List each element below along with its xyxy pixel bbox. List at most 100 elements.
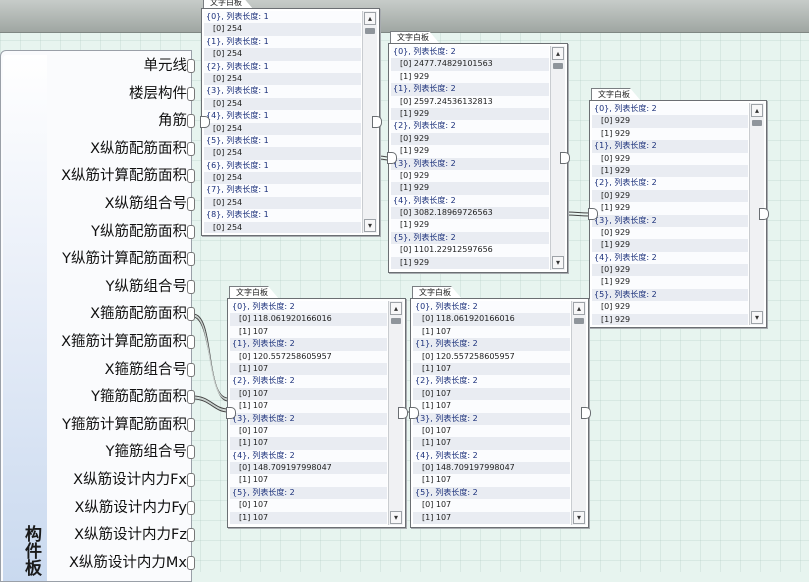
panel-output-node[interactable] <box>372 116 382 128</box>
output-grip-17[interactable] <box>187 528 195 543</box>
output-grip-7[interactable] <box>187 252 195 267</box>
output-grip-1[interactable] <box>187 86 195 101</box>
list-item: [1] 107 <box>413 511 570 525</box>
branch-header: {8}, 列表长度: 1 <box>204 209 361 222</box>
output-grip-9[interactable] <box>187 307 195 322</box>
panel-input-node[interactable] <box>226 407 236 419</box>
wire-p2-p3-b <box>565 214 591 217</box>
output-param-2[interactable]: 角筋 <box>158 108 187 134</box>
panel-output-node[interactable] <box>398 407 408 419</box>
scroll-up-icon[interactable]: ▴ <box>573 302 585 315</box>
text-panel-2[interactable]: {0}, 列表长度: 2 [0] 2477.74829101563 [1] 929{… <box>388 43 568 273</box>
list-item: [1] 107 <box>230 474 387 487</box>
panel-output-node[interactable] <box>759 208 769 220</box>
output-grip-10[interactable] <box>187 335 195 349</box>
list-item: [1] 929 <box>391 219 549 232</box>
scroll-down-icon[interactable]: ▾ <box>573 511 585 524</box>
output-param-5[interactable]: X纵筋组合号 <box>105 191 187 217</box>
output-param-17[interactable]: X纵筋设计内力Fz <box>74 522 187 548</box>
output-param-8[interactable]: Y纵筋组合号 <box>106 274 187 300</box>
branch-header: {0}, 列表长度: 2 <box>413 301 570 314</box>
output-param-10[interactable]: X箍筋计算配筋面积 <box>61 329 187 355</box>
output-param-14[interactable]: Y箍筋组合号 <box>106 439 187 465</box>
list-item: [1] 929 <box>391 107 549 121</box>
output-param-15[interactable]: X纵筋设计内力Fx <box>73 467 187 493</box>
panel-input-node[interactable] <box>200 116 210 128</box>
output-grip-16[interactable] <box>187 500 195 515</box>
panel-lines: {0}, 列表长度: 2 [0] 2477.74829101563 [1] 929{… <box>391 46 549 270</box>
list-item: [0] 107 <box>230 387 387 401</box>
scroll-up-icon[interactable]: ▴ <box>364 12 376 25</box>
list-item: [1] 107 <box>413 474 570 487</box>
output-grip-4[interactable] <box>187 169 195 184</box>
output-param-13[interactable]: Y箍筋计算配筋面积 <box>62 412 187 438</box>
branch-header: {0}, 列表长度: 2 <box>230 301 387 314</box>
component-name: 构件板 <box>21 525 41 576</box>
branch-header: {2}, 列表长度: 2 <box>230 375 387 388</box>
output-grip-8[interactable] <box>187 279 195 294</box>
branch-header: {0}, 列表长度: 2 <box>391 46 549 59</box>
scroll-thumb[interactable] <box>574 318 584 324</box>
list-item: [0] 929 <box>592 226 748 240</box>
output-param-0[interactable]: 单元线 <box>144 53 188 79</box>
list-item: [0] 929 <box>391 132 549 146</box>
output-param-1[interactable]: 楼层构件 <box>129 81 187 107</box>
panel-input-node[interactable] <box>409 407 419 419</box>
scroll-thumb[interactable] <box>391 318 401 324</box>
output-param-11[interactable]: X箍筋组合号 <box>105 357 187 383</box>
branch-header: {0}, 列表长度: 2 <box>592 103 748 116</box>
output-grip-12[interactable] <box>187 390 195 405</box>
panel-output-node[interactable] <box>581 407 591 419</box>
output-grip-18[interactable] <box>187 555 195 570</box>
list-item: [0] 2597.24536132813 <box>391 95 549 108</box>
branch-header: {0}, 列表长度: 1 <box>204 11 361 24</box>
scroll-up-icon[interactable]: ▴ <box>390 302 402 315</box>
component-outputs-panel[interactable]: 构件板 单元线 楼层构件 角筋 X纵筋配筋面积 X纵筋计算配筋面积 X纵筋组合号 Y纵筋配筋… <box>0 50 192 582</box>
scroll-down-icon[interactable]: ▾ <box>552 256 564 269</box>
scroll-up-icon[interactable]: ▴ <box>552 47 564 60</box>
list-item: [0] 107 <box>413 499 570 512</box>
output-grip-5[interactable] <box>187 197 195 211</box>
output-grip-6[interactable] <box>187 224 195 239</box>
branch-header: {1}, 列表长度: 1 <box>204 35 361 49</box>
list-item: [0] 254 <box>204 147 361 160</box>
scroll-up-icon[interactable]: ▴ <box>751 104 763 117</box>
branch-header: {5}, 列表长度: 1 <box>204 134 361 148</box>
panel-input-node[interactable] <box>387 152 397 164</box>
scroll-down-icon[interactable]: ▾ <box>751 311 763 324</box>
output-grip-2[interactable] <box>187 114 195 129</box>
text-panel-1[interactable]: {0}, 列表长度: 1 [0] 254 {1}, 列表长度: 1 [0] 254 {2… <box>201 8 380 236</box>
branch-header: {4}, 列表长度: 1 <box>204 110 361 123</box>
list-item: [0] 254 <box>204 97 361 111</box>
branch-header: {1}, 列表长度: 2 <box>230 338 387 351</box>
list-item: [0] 107 <box>413 424 570 438</box>
scroll-thumb[interactable] <box>365 28 375 34</box>
text-panel-5[interactable]: {0}, 列表长度: 2 [0] 118.061920166016 [1] 107{… <box>410 298 589 528</box>
panel-output-node[interactable] <box>560 152 570 164</box>
output-param-7[interactable]: Y纵筋计算配筋面积 <box>62 246 187 272</box>
output-param-9[interactable]: X箍筋配筋面积 <box>90 301 187 327</box>
output-param-12[interactable]: Y箍筋配筋面积 <box>91 384 187 410</box>
list-item: [1] 107 <box>413 325 570 339</box>
scroll-down-icon[interactable]: ▾ <box>364 219 376 232</box>
output-param-16[interactable]: X纵筋设计内力Fy <box>74 495 187 521</box>
output-grip-13[interactable] <box>187 417 195 432</box>
output-grip-11[interactable] <box>187 362 195 377</box>
output-param-6[interactable]: Y纵筋配筋面积 <box>91 219 187 245</box>
output-param-3[interactable]: X纵筋配筋面积 <box>90 136 187 162</box>
output-grip-0[interactable] <box>187 59 195 73</box>
list-item: [1] 929 <box>592 239 748 252</box>
scroll-thumb[interactable] <box>553 63 563 69</box>
output-grip-14[interactable] <box>187 445 195 460</box>
text-panel-4[interactable]: {0}, 列表长度: 2 [0] 118.061920166016 [1] 107{… <box>227 298 406 528</box>
output-grip-3[interactable] <box>187 141 195 156</box>
text-panel-3[interactable]: {0}, 列表长度: 2 [0] 929 [1] 929 {1}, 列表长度: 2 [0… <box>589 100 767 328</box>
list-item: [1] 107 <box>230 511 387 525</box>
output-grip-15[interactable] <box>187 473 195 487</box>
branch-header: {5}, 列表长度: 2 <box>413 486 570 500</box>
output-param-4[interactable]: X纵筋计算配筋面积 <box>61 163 187 189</box>
panel-input-node[interactable] <box>588 208 598 220</box>
scroll-thumb[interactable] <box>752 120 762 126</box>
branch-header: {3}, 列表长度: 1 <box>204 85 361 98</box>
scroll-down-icon[interactable]: ▾ <box>390 511 402 524</box>
